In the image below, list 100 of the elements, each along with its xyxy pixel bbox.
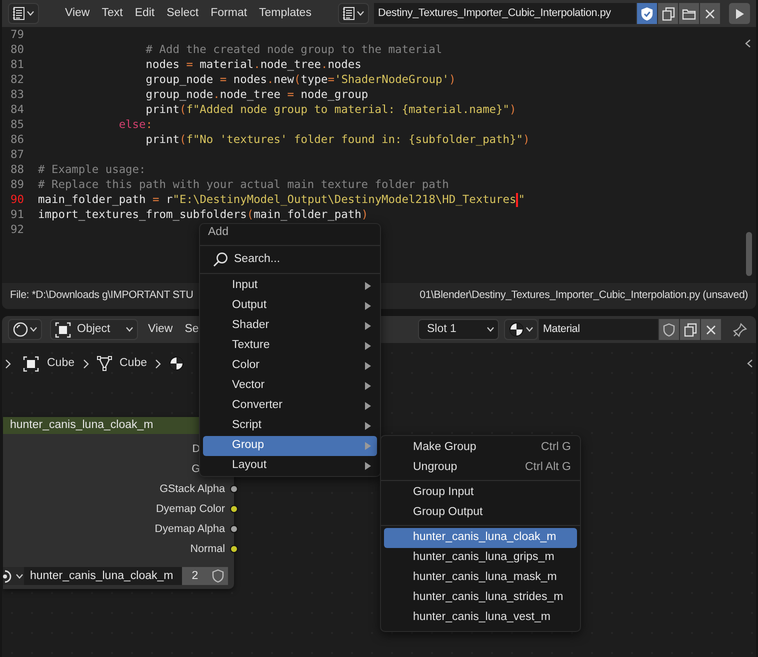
output-socket[interactable]	[230, 485, 238, 493]
caret-icon	[126, 327, 133, 332]
menu-item[interactable]: Text	[96, 4, 129, 22]
code-line: import_textures_from_subfolders(main_folder_path)	[37, 207, 368, 222]
menu-item[interactable]: Converter	[203, 396, 377, 416]
line-number: 85	[10, 117, 25, 132]
chevron-icon	[5, 358, 11, 369]
material-icon	[509, 322, 524, 337]
line-number: 90	[10, 192, 25, 207]
fake-user-button[interactable]	[637, 3, 657, 24]
menu-item[interactable]: Color	[203, 356, 377, 376]
output-socket[interactable]	[230, 545, 238, 553]
copy-button[interactable]	[658, 3, 678, 24]
line-number: 83	[10, 87, 25, 102]
submenu-arrow-icon	[365, 442, 371, 450]
menu-item[interactable]: View	[142, 320, 179, 338]
caret-icon	[16, 574, 23, 578]
menu-item[interactable]: hunter_canis_luna_strides_m	[384, 588, 577, 608]
menu-item[interactable]: View	[59, 4, 96, 22]
mesh-icon	[96, 356, 112, 372]
menu-item[interactable]: Group	[203, 436, 377, 456]
submenu-arrow-icon	[365, 282, 371, 290]
socket-label: Normal	[190, 542, 225, 557]
line-number: 87	[10, 147, 25, 162]
menu-item[interactable]: Output	[203, 296, 377, 316]
submenu-arrow-icon	[365, 362, 371, 370]
menu-item[interactable]: Edit	[128, 4, 161, 22]
fake-user-button[interactable]	[208, 567, 228, 585]
line-number: 89	[10, 177, 25, 192]
line-number: 82	[10, 72, 25, 87]
copy-button[interactable]	[680, 319, 700, 340]
caret-icon	[357, 11, 364, 16]
menu-item[interactable]: Input	[203, 276, 377, 296]
menu-item[interactable]: hunter_canis_luna_mask_m	[384, 568, 577, 588]
fake-user-button[interactable]	[659, 319, 679, 340]
menu-item[interactable]: Make Group Ctrl G	[384, 438, 577, 458]
menu-item[interactable]: Select	[160, 4, 205, 22]
submenu-arrow-icon	[365, 462, 371, 470]
open-button[interactable]	[679, 3, 699, 24]
material-name-field[interactable]: Material	[539, 319, 658, 340]
text-editor-icon	[343, 7, 355, 20]
filename-field[interactable]: Destiny_Textures_Importer_Cubic_Interpolation.py	[374, 3, 636, 24]
line-number: 84	[10, 102, 25, 117]
menu-item[interactable]: Shader	[203, 316, 377, 336]
file-path-text: File: *D:\Downloads g\IMPORTANT STU	[10, 288, 194, 304]
line-number: 79	[10, 27, 25, 42]
shield-icon	[663, 322, 675, 336]
editor-type-dropdown[interactable]	[8, 3, 39, 24]
menu-item[interactable]: Templates	[253, 4, 318, 22]
caret-icon	[487, 327, 494, 332]
code-line: print(f"No 'textures' folder found in: {subfolder_path}")	[144, 132, 530, 147]
output-socket[interactable]	[230, 505, 238, 513]
code-line: group_node.node_tree = node_group	[144, 87, 368, 102]
unlink-button[interactable]	[701, 319, 721, 340]
menu-item[interactable]: Texture	[203, 336, 377, 356]
line-number: 91	[10, 207, 25, 222]
editor-type-dropdown[interactable]	[8, 319, 42, 340]
pin-icon	[733, 322, 747, 336]
search-item[interactable]: Search...	[203, 248, 377, 271]
sidebar-toggle-icon	[747, 359, 753, 368]
text-block-dropdown[interactable]	[338, 3, 369, 24]
scrollbar[interactable]	[746, 232, 752, 276]
menu-title: Add	[207, 225, 230, 240]
caret-icon	[30, 327, 37, 332]
socket-label: Dyemap Color	[156, 502, 225, 517]
sidebar-toggle-icon	[745, 39, 751, 48]
menu-item[interactable]: Group Input	[384, 483, 577, 503]
menu-item[interactable]: hunter_canis_luna_grips_m	[384, 548, 577, 568]
node-group-browse-button[interactable]	[3, 567, 24, 585]
object-icon	[55, 322, 71, 338]
menu-item[interactable]: Group Output	[384, 503, 577, 523]
code-line: main_folder_path = r"E:\DestinyModel_Output\DestinyModel218\HD_Textures "	[37, 192, 526, 207]
submenu-arrow-icon	[365, 382, 371, 390]
menu-item[interactable]: hunter_canis_luna_cloak_m	[384, 528, 577, 548]
chevron-icon	[155, 358, 161, 369]
breadcrumb-text: Cube	[120, 356, 147, 371]
chevron-icon	[82, 358, 88, 369]
mode-dropdown[interactable]: Object	[50, 319, 138, 340]
close-icon	[705, 8, 715, 18]
shield-icon	[641, 6, 653, 20]
code-line: # Example usage:	[37, 162, 146, 177]
menu-item[interactable]: hunter_canis_luna_vest_m	[384, 608, 577, 628]
text-editor-icon	[13, 7, 25, 20]
output-socket[interactable]	[230, 525, 238, 533]
line-number: 81	[10, 57, 25, 72]
folder-icon	[682, 8, 696, 20]
play-icon	[734, 8, 744, 20]
slot-dropdown[interactable]: Slot 1	[418, 319, 499, 340]
menu-item[interactable]: Vector	[203, 376, 377, 396]
material-browse-button[interactable]	[504, 319, 538, 340]
close-button[interactable]	[700, 3, 720, 24]
user-count[interactable]: 2	[182, 567, 208, 585]
caret-icon	[526, 327, 533, 332]
code-line: # Replace this path with your actual main texture folder path	[37, 177, 449, 192]
submenu-arrow-icon	[365, 422, 371, 430]
menu-item[interactable]: Format	[204, 4, 254, 22]
node-group-name-field[interactable]: hunter_canis_luna_cloak_m	[24, 567, 182, 585]
run-script-button[interactable]	[729, 3, 750, 24]
menu-item[interactable]: Se	[178, 320, 205, 338]
menu-item[interactable]: Ungroup Ctrl Alt G	[384, 458, 577, 478]
